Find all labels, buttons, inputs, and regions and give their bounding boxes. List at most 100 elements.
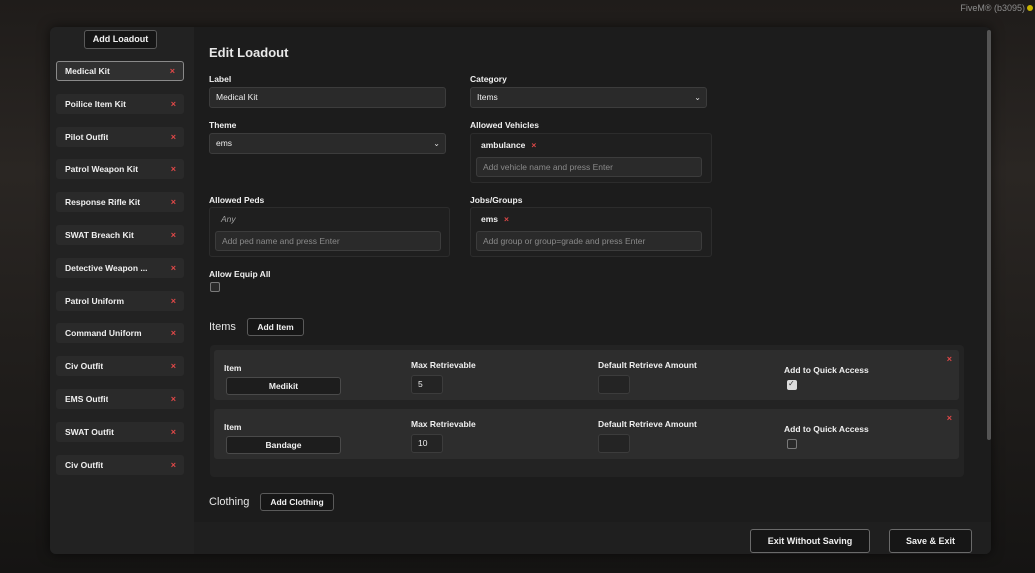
job-tag-label: ems [481, 214, 499, 224]
category-select[interactable]: Items ⌄ [470, 87, 707, 108]
close-icon[interactable]: × [171, 192, 176, 212]
close-icon[interactable]: × [171, 258, 176, 278]
sidebar-item-label: Patrol Weapon Kit [65, 164, 139, 175]
sidebar-item-label: Civ Outfit [65, 361, 104, 372]
quick-access-label: Add to Quick Access [784, 365, 869, 375]
max-retrievable-input[interactable]: 5 [411, 375, 443, 394]
item-name-button[interactable]: Medikit [226, 377, 341, 395]
loadout-sidebar: Add Loadout Medical Kit × Poilice Item Kit… [50, 27, 194, 554]
close-icon[interactable]: × [171, 422, 176, 442]
ped-input[interactable]: Add ped name and press Enter [215, 231, 441, 251]
add-item-button[interactable]: Add Item [247, 318, 304, 336]
label-input[interactable]: Medical Kit [209, 87, 446, 108]
close-icon[interactable]: × [947, 354, 952, 364]
sidebar-item[interactable]: Pilot Outfit × [56, 126, 184, 147]
max-retrievable-input[interactable]: 10 [411, 434, 443, 453]
default-retrieve-label: Default Retrieve Amount [598, 360, 697, 370]
default-retrieve-input[interactable] [598, 375, 630, 394]
peds-empty-text: Any [221, 214, 236, 224]
sidebar-item-label: Poilice Item Kit [65, 98, 126, 109]
jobs-groups-box: ems × Add group or group=grade and press … [470, 207, 712, 257]
add-loadout-button[interactable]: Add Loadout [84, 30, 157, 49]
item-row: Item Bandage Max Retrievable 10 Default … [214, 409, 959, 459]
sidebar-item[interactable]: Patrol Uniform × [56, 290, 184, 311]
allowed-vehicles-title: Allowed Vehicles [470, 120, 539, 130]
default-retrieve-label: Default Retrieve Amount [598, 419, 697, 429]
sidebar-item[interactable]: Response Rifle Kit × [56, 192, 184, 213]
client-version-tag: FiveM® (b3095) [960, 3, 1025, 13]
sidebar-item-label: Civ Outfit [65, 459, 104, 470]
sidebar-item-label: SWAT Outfit [65, 426, 114, 437]
sidebar-item-label: Medical Kit [65, 66, 110, 76]
sidebar-item-label: Pilot Outfit [65, 131, 109, 142]
close-icon[interactable]: × [171, 455, 176, 475]
theme-select[interactable]: ems ⌄ [209, 133, 446, 154]
sidebar-item[interactable]: Civ Outfit × [56, 454, 184, 475]
close-icon[interactable]: × [171, 94, 176, 114]
allow-equip-all-title: Allow Equip All [209, 269, 271, 279]
sidebar-item[interactable]: Patrol Weapon Kit × [56, 159, 184, 180]
sidebar-item-label: Patrol Uniform [65, 295, 125, 306]
sidebar-item[interactable]: EMS Outfit × [56, 389, 184, 409]
group-input[interactable]: Add group or group=grade and press Enter [476, 231, 702, 251]
clothing-section-title: Clothing [209, 496, 250, 508]
chevron-down-icon: ⌄ [433, 139, 440, 148]
chevron-down-icon: ⌄ [694, 93, 701, 102]
sidebar-item[interactable]: SWAT Outfit × [56, 421, 184, 442]
close-icon[interactable]: × [947, 413, 952, 423]
default-retrieve-input[interactable] [598, 434, 630, 453]
sidebar-item-label: Command Uniform [65, 328, 142, 339]
sidebar-item-label: Response Rifle Kit [65, 197, 141, 208]
close-icon[interactable]: × [171, 291, 176, 311]
allowed-peds-title: Allowed Peds [209, 195, 265, 205]
sidebar-item-label: SWAT Breach Kit [65, 230, 134, 240]
close-icon[interactable]: × [170, 62, 175, 80]
edit-loadout-panel: Edit Loadout Label Medical Kit Category … [194, 27, 991, 554]
close-icon[interactable]: × [171, 323, 176, 343]
item-col-label: Item [224, 363, 242, 373]
job-tag: ems × [481, 214, 509, 224]
sidebar-item-label: Detective Weapon ... [65, 262, 148, 273]
footer-bar: Exit Without Saving Save & Exit [194, 522, 991, 554]
close-icon[interactable]: × [171, 225, 176, 245]
close-icon[interactable]: × [531, 140, 536, 150]
vehicle-input[interactable]: Add vehicle name and press Enter [476, 157, 702, 177]
close-icon[interactable]: × [171, 127, 176, 147]
quick-access-checkbox[interactable] [787, 439, 797, 449]
jobs-groups-title: Jobs/Groups [470, 195, 523, 205]
label-field-title: Label [209, 74, 232, 84]
theme-field-title: Theme [209, 120, 237, 130]
sidebar-item[interactable]: Civ Outfit × [56, 356, 184, 377]
close-icon[interactable]: × [171, 389, 176, 409]
exit-without-saving-button[interactable]: Exit Without Saving [750, 529, 870, 553]
close-icon[interactable]: × [171, 159, 176, 179]
item-col-label: Item [224, 422, 242, 432]
sidebar-item[interactable]: Detective Weapon ... × [56, 257, 184, 278]
save-exit-button[interactable]: Save & Exit [889, 529, 972, 553]
scrollbar[interactable] [987, 30, 991, 440]
category-field-title: Category [470, 74, 507, 84]
sidebar-item-label: EMS Outfit [65, 394, 109, 404]
max-retrievable-label: Max Retrievable [411, 419, 476, 429]
item-name-button[interactable]: Bandage [226, 436, 341, 454]
allowed-peds-box: Any Add ped name and press Enter [209, 207, 450, 257]
sidebar-item[interactable]: Poilice Item Kit × [56, 93, 184, 114]
category-value: Items [477, 92, 498, 102]
items-section-title: Items [209, 321, 236, 333]
quick-access-checkbox[interactable] [787, 379, 797, 390]
close-icon[interactable]: × [171, 356, 176, 376]
add-clothing-button[interactable]: Add Clothing [260, 493, 334, 511]
quick-access-label: Add to Quick Access [784, 424, 869, 434]
theme-value: ems [216, 138, 233, 148]
close-icon[interactable]: × [504, 214, 509, 224]
loadout-editor-window: Add Loadout Medical Kit × Poilice Item Kit… [50, 27, 991, 554]
status-dot [1027, 5, 1033, 11]
sidebar-item[interactable]: Medical Kit × [56, 61, 184, 81]
sidebar-item[interactable]: SWAT Breach Kit × [56, 225, 184, 245]
max-retrievable-label: Max Retrievable [411, 360, 476, 370]
sidebar-item[interactable]: Command Uniform × [56, 323, 184, 344]
allow-equip-all-checkbox[interactable] [210, 282, 220, 292]
item-row: Item Medikit Max Retrievable 5 Default R… [214, 350, 959, 400]
allowed-vehicles-box: ambulance × Add vehicle name and press En… [470, 133, 712, 183]
page-title: Edit Loadout [209, 45, 289, 60]
